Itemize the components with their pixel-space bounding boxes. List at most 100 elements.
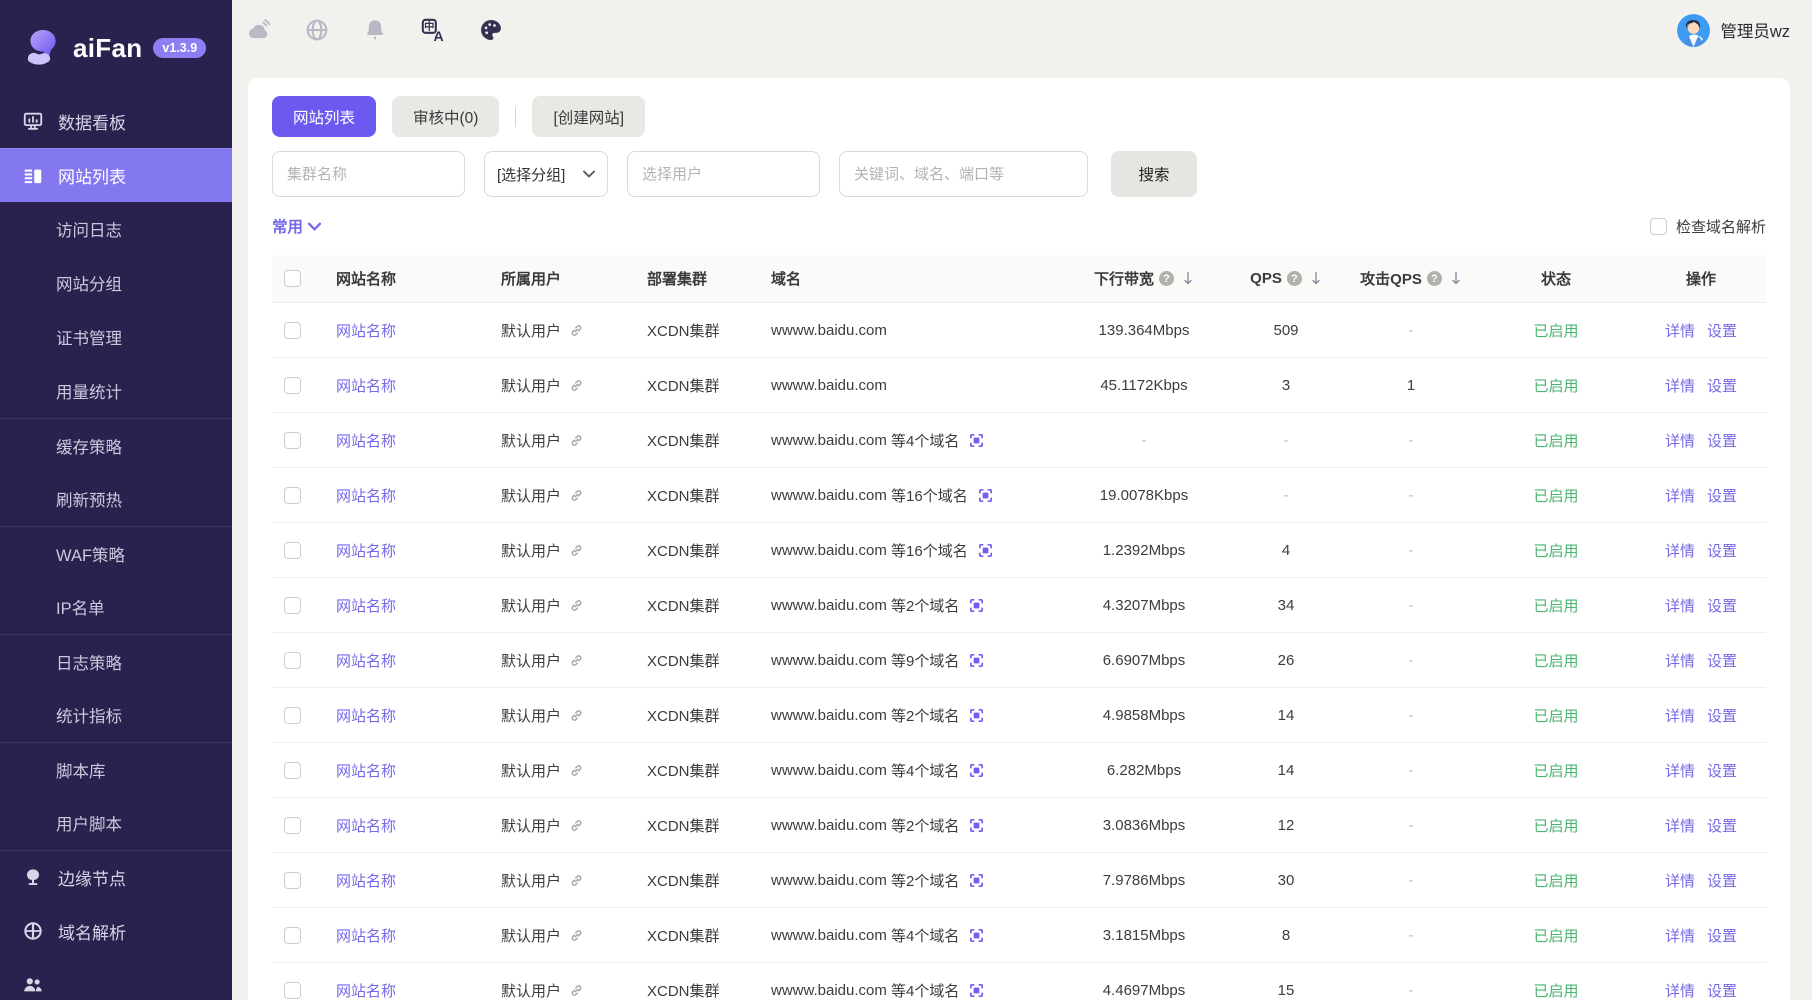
row-checkbox[interactable]: [284, 927, 301, 944]
sidebar-item-edge-nodes[interactable]: 边缘节点: [0, 850, 232, 904]
settings-link[interactable]: 设置: [1707, 705, 1737, 726]
keyword-input[interactable]: [839, 151, 1088, 197]
settings-link[interactable]: 设置: [1707, 925, 1737, 946]
settings-link[interactable]: 设置: [1707, 375, 1737, 396]
expand-domains-icon[interactable]: [968, 982, 985, 999]
sidebar-item-refresh-preheat[interactable]: 刷新预热: [0, 472, 232, 526]
settings-link[interactable]: 设置: [1707, 320, 1737, 341]
site-name-link[interactable]: 网站名称: [336, 595, 396, 616]
cluster-name-input[interactable]: [272, 151, 465, 197]
site-name-link[interactable]: 网站名称: [336, 650, 396, 671]
detail-link[interactable]: 详情: [1665, 705, 1695, 726]
tab-under-review[interactable]: 审核中(0): [392, 96, 499, 137]
user-link-icon[interactable]: [569, 708, 584, 723]
expand-domains-icon[interactable]: [977, 487, 994, 504]
row-checkbox[interactable]: [284, 762, 301, 779]
site-name-link[interactable]: 网站名称: [336, 925, 396, 946]
expand-domains-icon[interactable]: [968, 432, 985, 449]
sidebar-item-dashboard[interactable]: 数据看板: [0, 94, 232, 148]
sidebar-item-access-logs[interactable]: 访问日志: [0, 202, 232, 256]
row-checkbox[interactable]: [284, 652, 301, 669]
site-name-link[interactable]: 网站名称: [336, 540, 396, 561]
sidebar-item-site-list[interactable]: 网站列表: [0, 148, 232, 202]
sidebar-item-user-scripts[interactable]: 用户脚本: [0, 796, 232, 850]
expand-domains-icon[interactable]: [968, 817, 985, 834]
network-icon[interactable]: [304, 17, 330, 43]
sidebar-item-ip-list[interactable]: IP名单: [0, 580, 232, 634]
attack-qps-sort-icon[interactable]: [1451, 271, 1462, 286]
common-filters-toggle[interactable]: 常用: [272, 215, 321, 237]
row-checkbox[interactable]: [284, 322, 301, 339]
sidebar-item-log-policy[interactable]: 日志策略: [0, 634, 232, 688]
expand-domains-icon[interactable]: [968, 707, 985, 724]
detail-link[interactable]: 详情: [1665, 815, 1695, 836]
settings-link[interactable]: 设置: [1707, 760, 1737, 781]
settings-link[interactable]: 设置: [1707, 650, 1737, 671]
sidebar-item-cert-management[interactable]: 证书管理: [0, 310, 232, 364]
user-link-icon[interactable]: [569, 873, 584, 888]
user-link-icon[interactable]: [569, 543, 584, 558]
settings-link[interactable]: 设置: [1707, 815, 1737, 836]
sidebar-item-script-library[interactable]: 脚本库: [0, 742, 232, 796]
settings-link[interactable]: 设置: [1707, 595, 1737, 616]
detail-link[interactable]: 详情: [1665, 430, 1695, 451]
cloud-status-icon[interactable]: [246, 17, 272, 43]
user-link-icon[interactable]: [569, 378, 584, 393]
site-name-link[interactable]: 网站名称: [336, 430, 396, 451]
sidebar-item-bottom-partial[interactable]: [0, 958, 232, 1000]
detail-link[interactable]: 详情: [1665, 870, 1695, 891]
site-name-link[interactable]: 网站名称: [336, 760, 396, 781]
detail-link[interactable]: 详情: [1665, 320, 1695, 341]
qps-sort-icon[interactable]: [1311, 271, 1322, 286]
detail-link[interactable]: 详情: [1665, 540, 1695, 561]
sidebar-item-dns-resolution[interactable]: 域名解析: [0, 904, 232, 958]
site-name-link[interactable]: 网站名称: [336, 980, 396, 1000]
detail-link[interactable]: 详情: [1665, 925, 1695, 946]
detail-link[interactable]: 详情: [1665, 485, 1695, 506]
expand-domains-icon[interactable]: [968, 652, 985, 669]
sidebar-item-stat-metrics[interactable]: 统计指标: [0, 688, 232, 742]
row-checkbox[interactable]: [284, 817, 301, 834]
user-link-icon[interactable]: [569, 763, 584, 778]
row-checkbox[interactable]: [284, 487, 301, 504]
expand-domains-icon[interactable]: [968, 872, 985, 889]
settings-link[interactable]: 设置: [1707, 980, 1737, 1000]
site-name-link[interactable]: 网站名称: [336, 705, 396, 726]
row-checkbox[interactable]: [284, 707, 301, 724]
tab-site-list[interactable]: 网站列表: [272, 96, 376, 137]
notifications-bell-icon[interactable]: [362, 17, 388, 43]
row-checkbox[interactable]: [284, 872, 301, 889]
user-link-icon[interactable]: [569, 323, 584, 338]
detail-link[interactable]: 详情: [1665, 760, 1695, 781]
site-name-link[interactable]: 网站名称: [336, 815, 396, 836]
user-link-icon[interactable]: [569, 653, 584, 668]
sidebar-item-usage-stats[interactable]: 用量统计: [0, 364, 232, 418]
check-dns-toggle[interactable]: 检查域名解析: [1650, 216, 1766, 237]
check-dns-checkbox[interactable]: [1650, 218, 1667, 235]
qps-help-icon[interactable]: ?: [1287, 271, 1302, 286]
row-checkbox[interactable]: [284, 432, 301, 449]
row-checkbox[interactable]: [284, 542, 301, 559]
user-link-icon[interactable]: [569, 818, 584, 833]
user-link-icon[interactable]: [569, 983, 584, 998]
settings-link[interactable]: 设置: [1707, 540, 1737, 561]
site-name-link[interactable]: 网站名称: [336, 375, 396, 396]
site-name-link[interactable]: 网站名称: [336, 870, 396, 891]
group-select[interactable]: [选择分组]: [484, 151, 608, 197]
settings-link[interactable]: 设置: [1707, 430, 1737, 451]
user-link-icon[interactable]: [569, 488, 584, 503]
expand-domains-icon[interactable]: [968, 927, 985, 944]
row-checkbox[interactable]: [284, 597, 301, 614]
detail-link[interactable]: 详情: [1665, 980, 1695, 1000]
bandwidth-sort-icon[interactable]: [1183, 271, 1194, 286]
sidebar-item-site-groups[interactable]: 网站分组: [0, 256, 232, 310]
detail-link[interactable]: 详情: [1665, 650, 1695, 671]
settings-link[interactable]: 设置: [1707, 870, 1737, 891]
row-checkbox[interactable]: [284, 377, 301, 394]
site-name-link[interactable]: 网站名称: [336, 485, 396, 506]
site-name-link[interactable]: 网站名称: [336, 320, 396, 341]
expand-domains-icon[interactable]: [977, 542, 994, 559]
user-select-input[interactable]: [627, 151, 820, 197]
attack-qps-help-icon[interactable]: ?: [1427, 271, 1442, 286]
select-all-checkbox[interactable]: [284, 270, 301, 287]
